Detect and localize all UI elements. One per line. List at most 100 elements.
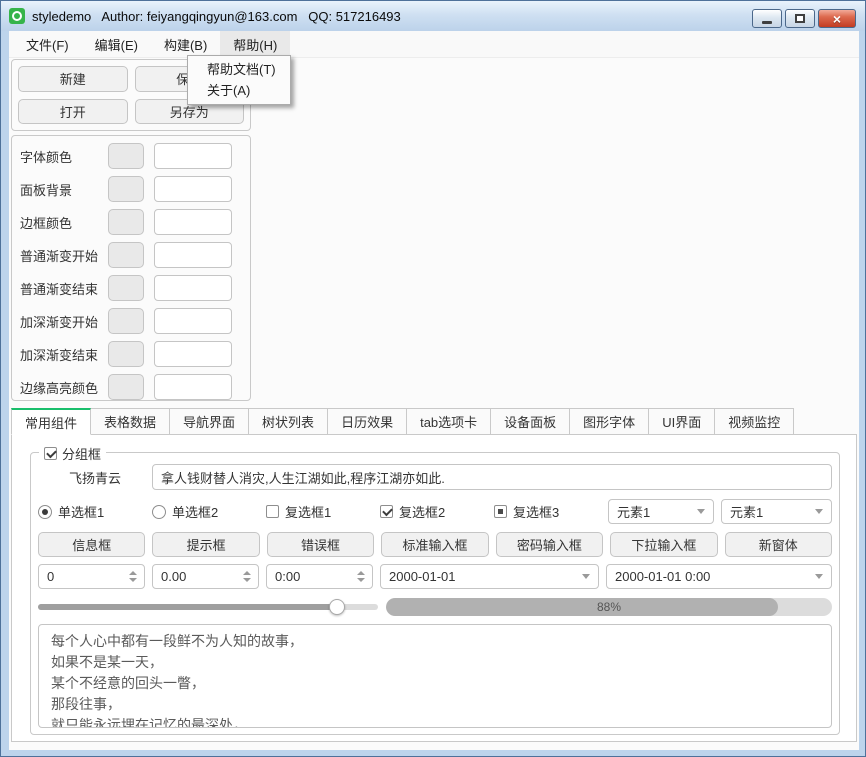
menu-item-about[interactable]: 关于(A) bbox=[188, 80, 290, 101]
combobox-value: 元素1 bbox=[617, 502, 650, 521]
menu-item-help-doc[interactable]: 帮助文档(T) bbox=[188, 59, 290, 80]
tab-nav-ui[interactable]: 导航界面 bbox=[169, 408, 249, 435]
color-swatch-button[interactable] bbox=[108, 275, 144, 301]
spin-down-icon[interactable] bbox=[243, 578, 251, 582]
chevron-down-icon bbox=[697, 509, 705, 514]
color-label: 普通渐变开始 bbox=[20, 246, 108, 265]
color-value-input[interactable] bbox=[154, 209, 232, 235]
tab-graph-font[interactable]: 图形字体 bbox=[569, 408, 649, 435]
dialog-buttons-row: 信息框 提示框 错误框 标准输入框 密码输入框 下拉输入框 新窗体 bbox=[38, 532, 832, 557]
groupbox-content: 飞扬青云 单选框1 单选框2 bbox=[31, 453, 839, 734]
tab-table-data[interactable]: 表格数据 bbox=[90, 408, 170, 435]
combobox-value: 元素1 bbox=[730, 502, 763, 521]
tab-ui[interactable]: UI界面 bbox=[648, 408, 715, 435]
radio-label: 单选框1 bbox=[58, 502, 104, 521]
checkbox-partial-icon bbox=[494, 505, 507, 518]
menu-build[interactable]: 构建(B) bbox=[151, 31, 220, 57]
checkbox-label: 复选框3 bbox=[513, 502, 559, 521]
spin-up-icon[interactable] bbox=[357, 571, 365, 575]
color-value-input[interactable] bbox=[154, 143, 232, 169]
minimize-button[interactable] bbox=[752, 9, 782, 28]
new-button[interactable]: 新建 bbox=[18, 66, 128, 92]
color-value-input[interactable] bbox=[154, 341, 232, 367]
color-swatch-button[interactable] bbox=[108, 374, 144, 400]
controls-row: 单选框1 单选框2 复选框1 复选框2 bbox=[38, 499, 832, 524]
color-swatch-button[interactable] bbox=[108, 308, 144, 334]
color-row-font: 字体颜色 bbox=[20, 143, 250, 169]
story-textarea[interactable]: 每个人心中都有一段鲜不为人知的故事， 如果不是某一天， 某个不经意的回头一瞥， … bbox=[38, 624, 832, 728]
tab-calendar[interactable]: 日历效果 bbox=[327, 408, 407, 435]
color-label: 边缘高亮颜色 bbox=[20, 378, 108, 397]
slider[interactable] bbox=[38, 598, 378, 616]
tip-box-button[interactable]: 提示框 bbox=[152, 532, 259, 557]
spin-down-icon[interactable] bbox=[357, 578, 365, 582]
tab-video-monitor[interactable]: 视频监控 bbox=[714, 408, 794, 435]
tab-tab-control[interactable]: tab选项卡 bbox=[406, 408, 491, 435]
close-icon: × bbox=[833, 12, 841, 26]
datetime-edit[interactable]: 2000-01-01 0:00 bbox=[606, 564, 832, 589]
color-label: 普通渐变结束 bbox=[20, 279, 108, 298]
color-value-input[interactable] bbox=[154, 308, 232, 334]
color-label: 边框颜色 bbox=[20, 213, 108, 232]
spin-arrows bbox=[357, 565, 365, 588]
close-button[interactable]: × bbox=[818, 9, 856, 28]
combobox-2[interactable]: 元素1 bbox=[721, 499, 832, 524]
spin-up-icon[interactable] bbox=[243, 571, 251, 575]
client-area: 文件(F) 编辑(E) 构建(B) 帮助(H) 帮助文档(T) 关于(A) 新建… bbox=[9, 31, 859, 750]
menu-file[interactable]: 文件(F) bbox=[13, 31, 82, 57]
combobox-1[interactable]: 元素1 bbox=[608, 499, 714, 524]
color-label: 字体颜色 bbox=[20, 147, 108, 166]
color-swatch-button[interactable] bbox=[108, 209, 144, 235]
spin-down-icon[interactable] bbox=[129, 578, 137, 582]
titlebar: styledemo Author: feiyangqingyun@163.com… bbox=[1, 1, 865, 31]
spinners-row: 0 0.00 bbox=[38, 564, 832, 589]
maximize-button[interactable] bbox=[785, 9, 815, 28]
color-swatch-button[interactable] bbox=[108, 341, 144, 367]
color-row-edge-highlight: 边缘高亮颜色 bbox=[20, 374, 250, 400]
color-row-panel-bg: 面板背景 bbox=[20, 176, 250, 202]
error-box-button[interactable]: 错误框 bbox=[267, 532, 374, 557]
color-value-input[interactable] bbox=[154, 242, 232, 268]
app-window: styledemo Author: feiyangqingyun@163.com… bbox=[0, 0, 866, 757]
checkbox-2[interactable]: 复选框2 bbox=[380, 502, 494, 521]
radio-1[interactable]: 单选框1 bbox=[38, 502, 152, 521]
minimize-icon bbox=[762, 21, 772, 24]
color-swatch-button[interactable] bbox=[108, 176, 144, 202]
color-value-input[interactable] bbox=[154, 176, 232, 202]
info-box-button[interactable]: 信息框 bbox=[38, 532, 145, 557]
color-value-input[interactable] bbox=[154, 374, 232, 400]
color-value-input[interactable] bbox=[154, 275, 232, 301]
time-spinbox[interactable]: 0:00 bbox=[266, 564, 373, 589]
dropdown-input-button[interactable]: 下拉输入框 bbox=[610, 532, 717, 557]
menubar: 文件(F) 编辑(E) 构建(B) 帮助(H) bbox=[9, 31, 859, 58]
window-title: styledemo Author: feiyangqingyun@163.com… bbox=[32, 9, 401, 24]
password-input-button[interactable]: 密码输入框 bbox=[496, 532, 603, 557]
slider-progress-row: 88% bbox=[38, 598, 832, 616]
date-edit[interactable]: 2000-01-01 bbox=[380, 564, 599, 589]
tab-bar: 常用组件 表格数据 导航界面 树状列表 日历效果 tab选项卡 设备面板 图形字… bbox=[11, 408, 794, 435]
maximize-icon bbox=[795, 14, 805, 23]
tab-device-panel[interactable]: 设备面板 bbox=[490, 408, 570, 435]
open-button[interactable]: 打开 bbox=[18, 99, 128, 125]
slider-handle[interactable] bbox=[329, 599, 345, 615]
spin-arrows bbox=[243, 565, 251, 588]
color-label: 加深渐变结束 bbox=[20, 345, 108, 364]
radio-2[interactable]: 单选框2 bbox=[152, 502, 266, 521]
checkbox-3[interactable]: 复选框3 bbox=[494, 502, 608, 521]
window-controls: × bbox=[752, 9, 856, 28]
color-swatch-button[interactable] bbox=[108, 143, 144, 169]
menu-edit[interactable]: 编辑(E) bbox=[82, 31, 151, 57]
name-input[interactable] bbox=[152, 464, 832, 490]
standard-input-button[interactable]: 标准输入框 bbox=[381, 532, 488, 557]
menu-help[interactable]: 帮助(H) bbox=[220, 31, 290, 57]
new-window-button[interactable]: 新窗体 bbox=[725, 532, 832, 557]
slider-fill bbox=[38, 604, 337, 610]
tab-tree-list[interactable]: 树状列表 bbox=[248, 408, 328, 435]
checkbox-1[interactable]: 复选框1 bbox=[266, 502, 380, 521]
spin-up-icon[interactable] bbox=[129, 571, 137, 575]
int-spinbox[interactable]: 0 bbox=[38, 564, 145, 589]
color-row-normal-grad-end: 普通渐变结束 bbox=[20, 275, 250, 301]
color-swatch-button[interactable] bbox=[108, 242, 144, 268]
double-spinbox[interactable]: 0.00 bbox=[152, 564, 259, 589]
tab-common-widgets[interactable]: 常用组件 bbox=[11, 408, 91, 435]
